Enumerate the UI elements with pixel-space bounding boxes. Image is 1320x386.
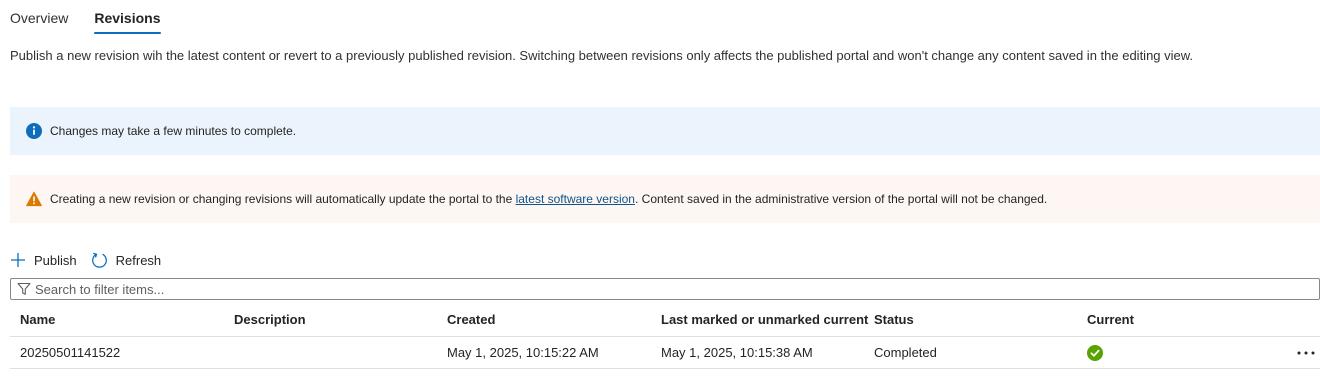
tab-overview[interactable]: Overview [10, 0, 68, 36]
filter-search-box[interactable] [10, 278, 1320, 300]
info-icon [26, 123, 42, 139]
table-header: Name Description Created Last marked or … [10, 303, 1320, 337]
plus-icon [11, 253, 25, 267]
refresh-label: Refresh [115, 252, 162, 268]
warning-message-text-start: Creating a new revision or changing revi… [50, 192, 516, 206]
filter-icon [17, 282, 31, 295]
publish-label: Publish [34, 252, 77, 268]
revision-last-marked: May 1, 2025, 10:15:38 AM [661, 345, 813, 360]
column-header-current[interactable]: Current [1087, 303, 1134, 336]
column-header-status[interactable]: Status [874, 303, 914, 336]
warning-message-bar: Creating a new revision or changing revi… [10, 175, 1320, 223]
info-message-text: Changes may take a few minutes to comple… [50, 124, 297, 138]
info-message-bar: Changes may take a few minutes to comple… [10, 107, 1320, 155]
refresh-icon [91, 252, 107, 268]
refresh-button[interactable]: Refresh [91, 252, 162, 269]
filter-search-input[interactable] [35, 281, 1319, 297]
revision-status: Completed [874, 345, 937, 360]
column-header-name[interactable]: Name [20, 303, 55, 336]
tab-list: Overview Revisions [10, 0, 187, 36]
latest-software-version-link[interactable]: latest software version [516, 192, 635, 206]
more-options-icon[interactable] [1292, 337, 1320, 368]
revision-name: 20250501141522 [20, 345, 121, 360]
warning-icon [26, 191, 42, 207]
current-check-icon [1087, 337, 1103, 368]
page-description: Publish a new revision wih the latest co… [10, 48, 1194, 63]
column-header-created[interactable]: Created [447, 303, 495, 336]
tab-revisions[interactable]: Revisions [94, 0, 161, 36]
publish-button[interactable]: Publish [10, 252, 77, 268]
column-header-description[interactable]: Description [234, 303, 306, 336]
revision-created: May 1, 2025, 10:15:22 AM [447, 345, 599, 360]
table-row[interactable]: 20250501141522 May 1, 2025, 10:15:22 AM … [10, 337, 1320, 369]
command-bar: Publish Refresh [10, 248, 175, 272]
warning-message-text-end: . Content saved in the administrative ve… [634, 192, 1048, 206]
column-header-last-marked[interactable]: Last marked or unmarked current [661, 303, 868, 336]
